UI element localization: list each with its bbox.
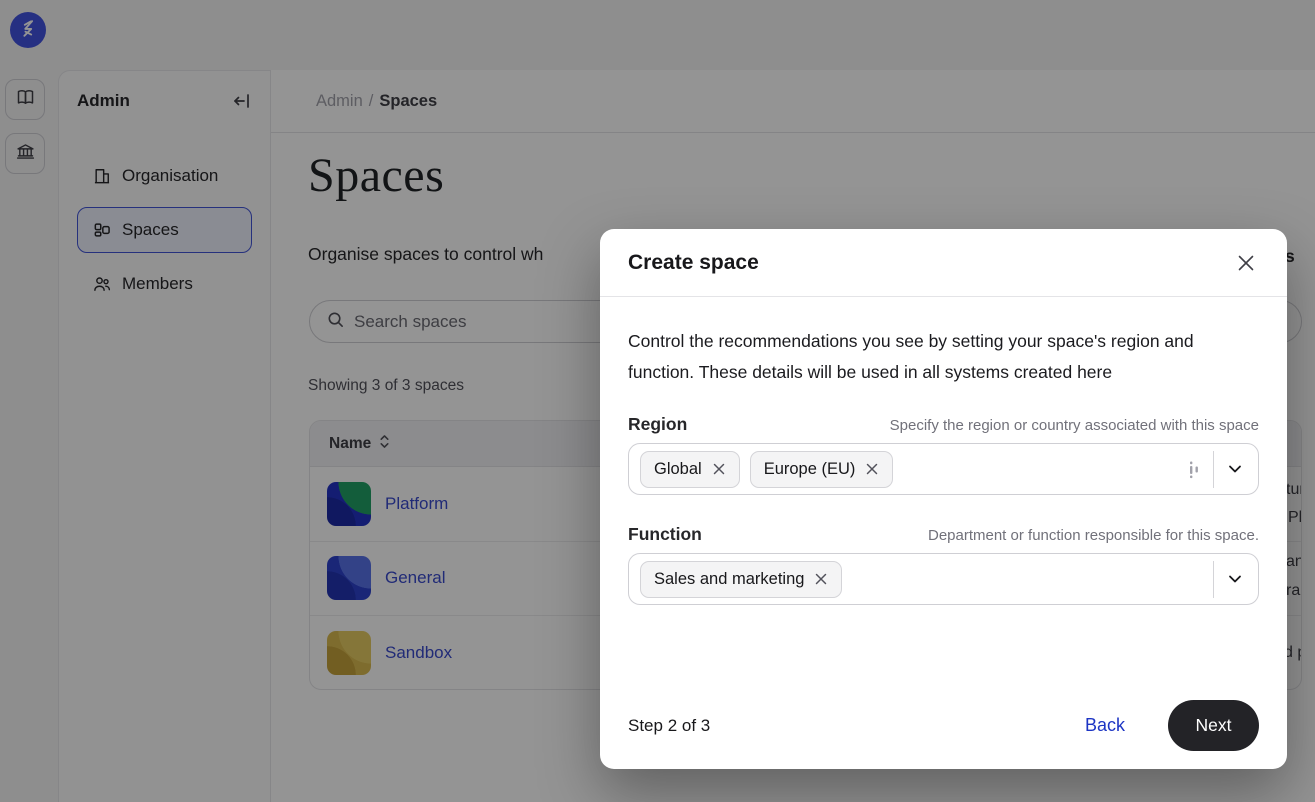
chip-label: Global [654, 460, 702, 479]
modal-header: Create space [600, 229, 1287, 297]
region-chip: Global [640, 451, 740, 488]
remove-chip-icon[interactable] [814, 572, 828, 586]
select-divider [1213, 451, 1214, 488]
function-chip: Sales and marketing [640, 561, 842, 598]
close-icon[interactable] [1233, 250, 1259, 276]
remove-chip-icon[interactable] [712, 462, 726, 476]
chip-label: Sales and marketing [654, 570, 804, 589]
app-root: Admin Organisation [0, 0, 1315, 802]
step-indicator: Step 2 of 3 [628, 716, 710, 736]
create-space-modal: Create space Control the recommendations… [600, 229, 1287, 769]
region-field-hint: Specify the region or country associated… [890, 417, 1259, 434]
chevron-down-icon[interactable] [1226, 460, 1244, 478]
remove-chip-icon[interactable] [865, 462, 879, 476]
bars-indicator-icon [1187, 459, 1201, 479]
select-divider [1213, 561, 1214, 598]
modal-body: Control the recommendations you see by s… [600, 297, 1287, 605]
function-field-hint: Department or function responsible for t… [928, 527, 1259, 544]
next-button[interactable]: Next [1168, 700, 1259, 751]
modal-description: Control the recommendations you see by s… [628, 326, 1232, 388]
modal-footer: Step 2 of 3 Back Next [628, 700, 1259, 751]
function-field-label: Function [628, 524, 702, 545]
back-button[interactable]: Back [1085, 715, 1125, 736]
chevron-down-icon[interactable] [1226, 570, 1244, 588]
region-field-label: Region [628, 414, 687, 435]
modal-title: Create space [628, 251, 759, 275]
function-multiselect[interactable]: Sales and marketing [628, 553, 1259, 605]
chip-label: Europe (EU) [764, 460, 856, 479]
region-chip: Europe (EU) [750, 451, 894, 488]
region-multiselect[interactable]: Global Europe (EU) [628, 443, 1259, 495]
